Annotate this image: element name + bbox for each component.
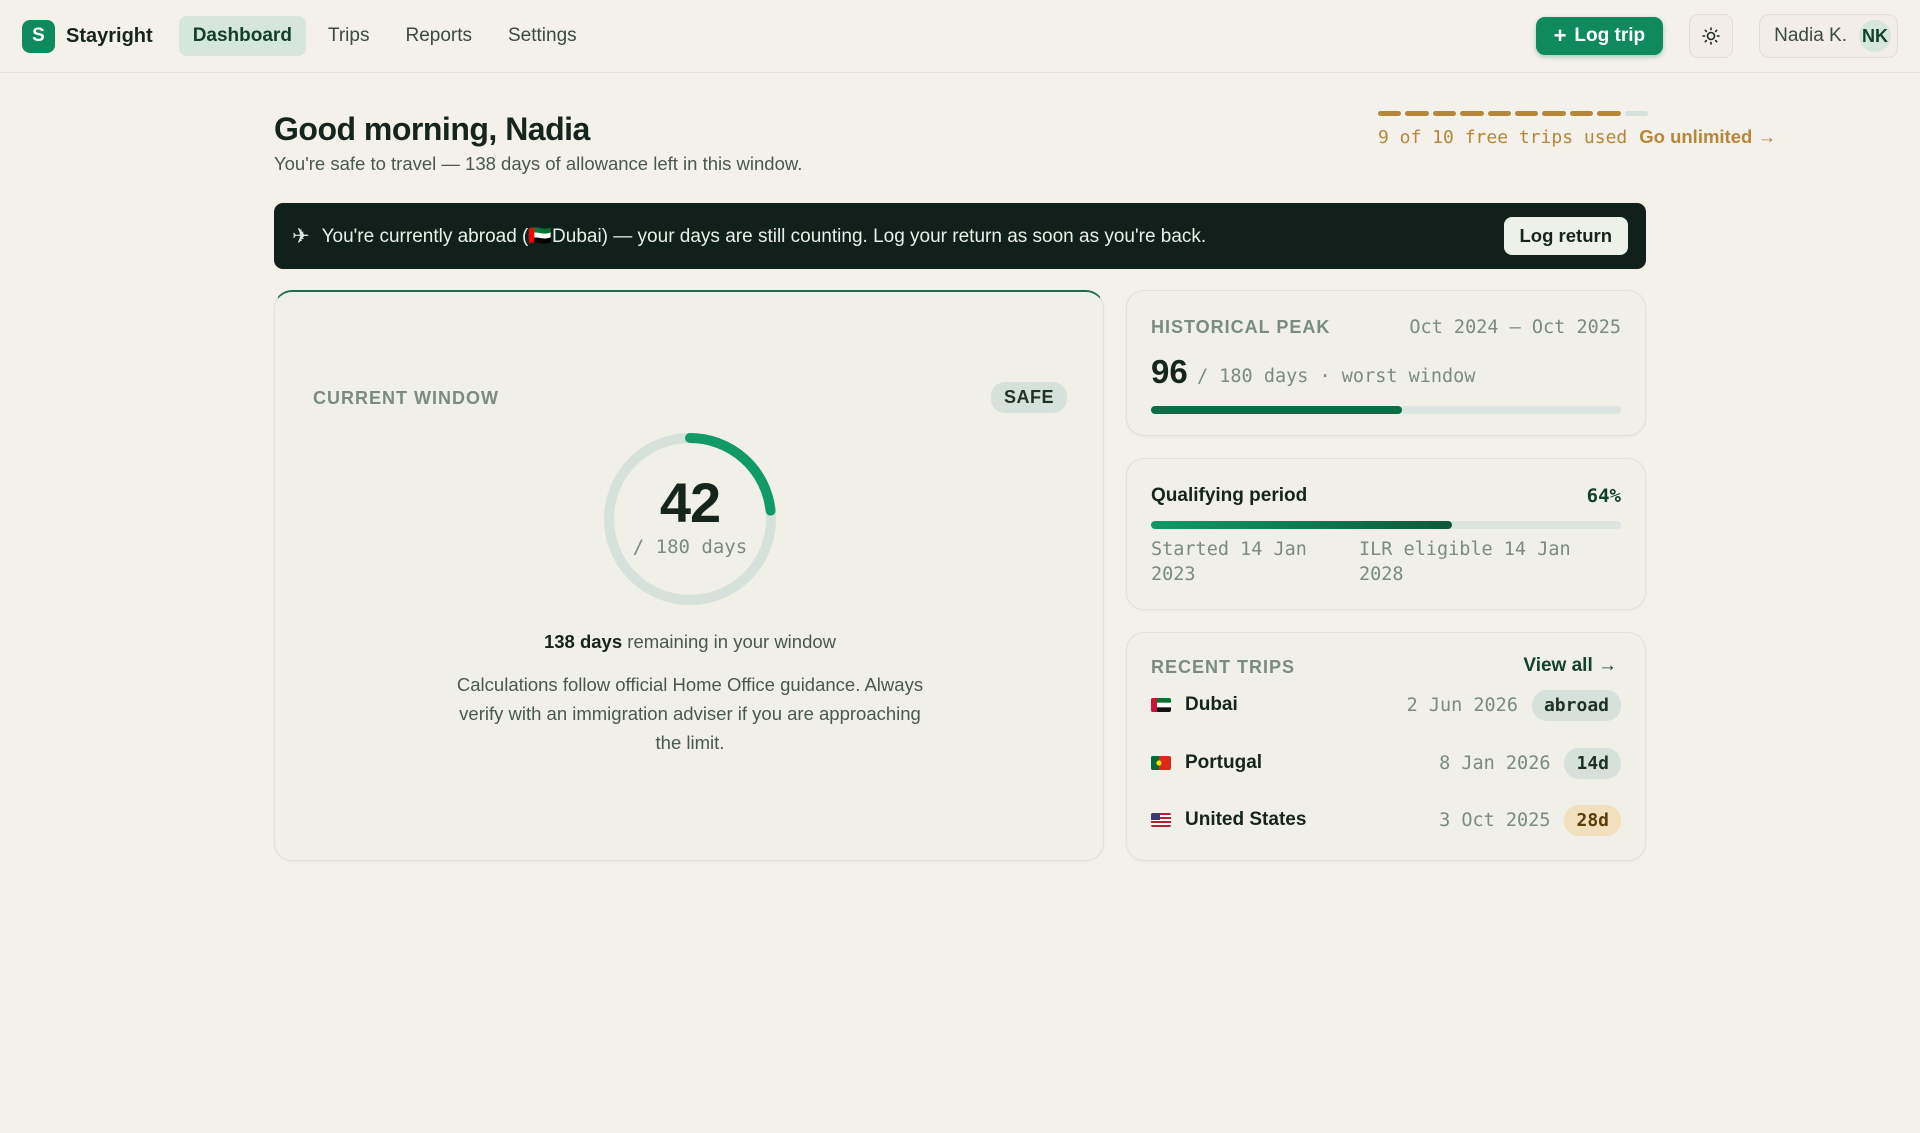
logo[interactable]: S Stayright xyxy=(22,19,153,53)
peak-date-range: Oct 2024 – Oct 2025 xyxy=(1409,317,1621,338)
app-name: Stayright xyxy=(66,24,153,47)
user-menu[interactable]: Nadia K. NK xyxy=(1759,14,1898,58)
plane-icon: ✈ xyxy=(292,224,310,248)
days-limit-text: / 180 days xyxy=(632,536,748,558)
days-remaining-text: 138 days remaining in your window xyxy=(275,631,1105,653)
list-item[interactable]: Portugal 8 Jan 2026 14d xyxy=(1151,746,1621,780)
nav-item-trips[interactable]: Trips xyxy=(314,16,384,56)
plus-icon: + xyxy=(1553,23,1567,48)
peak-value: 96 xyxy=(1151,353,1188,390)
historical-peak-label: HISTORICAL PEAK xyxy=(1151,317,1331,337)
view-all-trips-link[interactable]: View all → xyxy=(1523,655,1617,677)
usage-segment-used xyxy=(1378,111,1402,116)
usage-segment-used xyxy=(1405,111,1429,116)
usage-text: 9 of 10 free trips used xyxy=(1378,126,1628,148)
uae-flag-icon xyxy=(1151,698,1171,712)
trip-date: 3 Oct 2025 xyxy=(1439,809,1551,831)
abroad-alert-banner: ✈ You're currently abroad (🇦🇪Dubai) — yo… xyxy=(274,203,1646,269)
user-name: Nadia K. xyxy=(1774,25,1847,46)
trip-date: 8 Jan 2026 xyxy=(1439,752,1551,774)
sun-icon xyxy=(1702,27,1720,45)
list-item[interactable]: United States 3 Oct 2025 28d xyxy=(1151,803,1621,837)
peak-progress-track xyxy=(1151,406,1621,414)
log-trip-label: Log trip xyxy=(1574,25,1646,46)
usage-bar-segments xyxy=(1378,111,1649,116)
ilr-eligible-date: ILR eligible 14 Jan 2028 xyxy=(1359,539,1571,585)
avatar: NK xyxy=(1859,20,1891,52)
nav-item-dashboard[interactable]: Dashboard xyxy=(178,16,306,56)
qualifying-progress-track xyxy=(1151,521,1621,529)
status-badge: SAFE xyxy=(990,382,1067,413)
current-window-label: CURRENT WINDOW xyxy=(313,388,499,408)
qualifying-title: Qualifying period xyxy=(1151,485,1308,506)
trip-country: Dubai xyxy=(1185,694,1238,715)
usage-segment-used xyxy=(1460,111,1484,116)
trip-duration-badge: 28d xyxy=(1564,804,1621,836)
days-used-value: 42 xyxy=(659,471,721,534)
trip-country: Portugal xyxy=(1185,752,1263,773)
us-flag-icon xyxy=(1151,813,1171,827)
recent-trips-card: RECENT TRIPS View all → Dubai 2 Jun 2026… xyxy=(1126,632,1646,861)
main-nav: Dashboard Trips Reports Settings xyxy=(178,16,591,56)
qualifying-start-date: Started 14 Jan 2023 xyxy=(1151,539,1307,585)
trip-date: 2 Jun 2026 xyxy=(1406,694,1518,716)
usage-segment-used xyxy=(1542,111,1566,116)
usage-segment-free xyxy=(1624,111,1649,116)
portugal-flag-icon xyxy=(1151,756,1171,770)
logo-mark: S xyxy=(22,19,55,53)
trip-country: United States xyxy=(1185,809,1307,830)
nav-item-settings[interactable]: Settings xyxy=(494,16,591,56)
guidance-disclaimer: Calculations follow official Home Office… xyxy=(456,674,924,753)
peak-subtext: / 180 days · worst window xyxy=(1197,366,1476,387)
days-gauge: 42 / 180 days xyxy=(601,430,779,608)
page-subtitle: You're safe to travel — 138 days of allo… xyxy=(274,153,803,174)
usage-segment-used xyxy=(1432,111,1457,116)
qualifying-period-card: Qualifying period 64% Started 14 Jan 202… xyxy=(1126,458,1646,610)
page-title: Good morning, Nadia xyxy=(274,111,590,147)
list-item[interactable]: Dubai 2 Jun 2026 abroad xyxy=(1151,688,1621,722)
usage-segment-used xyxy=(1487,111,1512,116)
trip-usage-meter: 9 of 10 free trips used Go unlimited → xyxy=(1378,111,1782,148)
qualifying-progress-fill xyxy=(1151,521,1452,529)
alert-text: You're currently abroad (🇦🇪Dubai) — your… xyxy=(321,226,1207,247)
trip-status-badge: abroad xyxy=(1531,689,1621,721)
log-trip-button[interactable]: + Log trip xyxy=(1535,17,1664,55)
log-return-button[interactable]: Log return xyxy=(1503,217,1628,255)
usage-segment-used xyxy=(1569,111,1594,116)
go-unlimited-link[interactable]: Go unlimited → xyxy=(1639,126,1776,148)
usage-segment-used xyxy=(1515,111,1539,116)
trip-duration-badge: 14d xyxy=(1564,747,1621,779)
usage-segment-used xyxy=(1597,111,1621,116)
nav-item-reports[interactable]: Reports xyxy=(391,16,486,56)
peak-progress-fill xyxy=(1151,406,1402,414)
top-navigation: S Stayright Dashboard Trips Reports Sett… xyxy=(0,0,1920,73)
theme-toggle-button[interactable] xyxy=(1689,14,1734,58)
days-remaining-value: 138 days xyxy=(543,631,623,652)
current-window-card: CURRENT WINDOW SAFE 42 / 180 days 138 da… xyxy=(274,290,1104,861)
days-remaining-suffix: remaining in your window xyxy=(622,631,837,652)
qualifying-percent: 64% xyxy=(1586,485,1621,507)
recent-trips-label: RECENT TRIPS xyxy=(1151,657,1296,677)
historical-peak-card: HISTORICAL PEAK Oct 2024 – Oct 2025 96 /… xyxy=(1126,290,1646,436)
